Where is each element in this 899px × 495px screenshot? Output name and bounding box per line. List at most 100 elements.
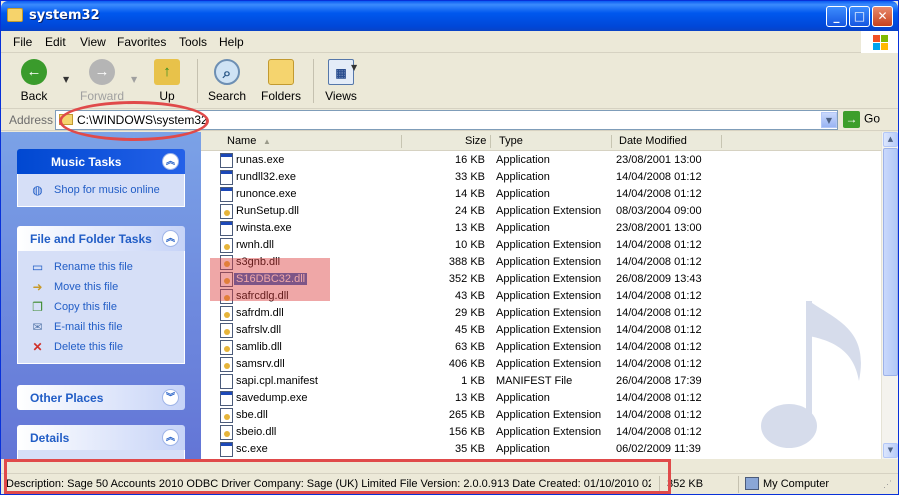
menu-file[interactable]: File [13,35,32,49]
column-separator[interactable] [721,135,722,148]
file-date: 14/04/2008 01:12 [616,188,702,200]
column-separator[interactable] [401,135,402,148]
file-name: rwnh.dll [236,239,274,251]
vertical-scrollbar[interactable]: ▲ ▼ [881,132,898,459]
file-size: 29 KB [455,307,485,319]
file-type: Application Extension [496,409,602,421]
back-label: Back [20,89,48,103]
file-icon [220,374,233,389]
minimize-button[interactable]: _ [826,6,847,27]
menu-tools[interactable]: Tools [179,35,207,49]
views-dropdown-icon[interactable]: ▼ [351,63,357,72]
file-folder-tasks-title: File and Folder Tasks [30,232,152,246]
move-file-link[interactable]: ➜ Move this file [28,277,174,297]
title-bar[interactable]: system32 _ □ ✕ [1,1,898,31]
file-type: Application [496,171,550,183]
close-button[interactable]: ✕ [872,6,893,27]
file-size: 10 KB [455,239,485,251]
file-date: 23/08/2001 13:00 [616,222,702,234]
file-type: Application Extension [496,290,602,302]
music-tasks-header[interactable]: Music Tasks ︽ [17,149,185,174]
other-places-header[interactable]: Other Places ︾ [17,385,185,410]
expand-chevron-icon[interactable]: ︾ [162,389,179,406]
delete-file-label: Delete this file [54,341,124,353]
collapse-chevron-icon[interactable]: ︽ [162,153,179,170]
move-icon: ➜ [32,280,43,294]
file-date: 14/04/2008 01:12 [616,239,702,251]
details-header[interactable]: Details ︽ [17,425,185,450]
menu-help[interactable]: Help [219,35,244,49]
copy-file-link[interactable]: ❐ Copy this file [28,297,174,317]
resize-grip-icon[interactable]: ⋰ [883,479,892,490]
menu-bar: File Edit View Favorites Tools Help [1,31,898,53]
go-button[interactable]: → Go [843,111,880,128]
exe-file-icon [220,391,233,406]
delete-file-link[interactable]: ✕ Delete this file [28,337,174,357]
dll-file-icon [220,204,233,219]
details-body [17,450,185,459]
column-separator[interactable] [611,135,612,148]
file-row[interactable]: rwnh.dll 10 KB Application Extension 14/04/… [201,237,881,254]
menu-view[interactable]: View [80,35,106,49]
file-date: 14/04/2008 01:12 [616,171,702,183]
column-size[interactable]: Size [465,135,486,147]
status-location: My Computer [763,478,830,490]
file-row[interactable]: runas.exe 16 KB Application 23/08/2001 13:0… [201,152,881,169]
file-size: 1 KB [461,375,485,387]
file-row[interactable]: runonce.exe 14 KB Application 14/04/2008 01… [201,186,881,203]
collapse-chevron-icon[interactable]: ︽ [162,429,179,446]
file-row[interactable]: rundll32.exe 33 KB Application 14/04/2008 0… [201,169,881,186]
back-arrow-icon: ← [21,59,47,85]
back-dropdown-icon[interactable]: ▼ [63,75,69,84]
rename-file-link[interactable]: ▭ Rename this file [28,257,174,277]
file-date: 14/04/2008 01:12 [616,409,702,421]
delete-icon: ✕ [32,340,43,354]
column-date-modified[interactable]: Date Modified [619,135,687,147]
file-type: Application Extension [496,307,602,319]
file-type: Application [496,222,550,234]
views-label: Views [325,89,357,103]
column-name[interactable]: Name [227,135,256,147]
file-size: 24 KB [455,205,485,217]
file-type: Application Extension [496,341,602,353]
shop-music-link[interactable]: ◍ Shop for music online [28,180,174,200]
status-separator [738,476,739,493]
menu-edit[interactable]: Edit [45,35,66,49]
file-type: Application [496,188,550,200]
scroll-up-icon[interactable]: ▲ [883,132,898,147]
rename-icon: ▭ [31,260,44,274]
menu-favorites[interactable]: Favorites [117,35,166,49]
file-date: 14/04/2008 01:12 [616,341,702,353]
file-folder-tasks-header[interactable]: File and Folder Tasks ︽ [17,226,185,251]
scroll-down-icon[interactable]: ▼ [883,443,898,458]
maximize-button[interactable]: □ [849,6,870,27]
file-row[interactable]: RunSetup.dll 24 KB Application Extension 08… [201,203,881,220]
file-date: 14/04/2008 01:12 [616,358,702,370]
exe-file-icon [220,221,233,236]
annotation-ellipse [59,101,209,141]
up-button[interactable]: ↑ Up [151,59,183,103]
file-name: RunSetup.dll [236,205,299,217]
file-row[interactable]: rwinsta.exe 13 KB Application 23/08/2001 13… [201,220,881,237]
forward-button[interactable]: → Forward [79,59,125,103]
search-button[interactable]: ⌕ Search [206,59,248,103]
file-size: 13 KB [455,392,485,404]
collapse-chevron-icon[interactable]: ︽ [162,230,179,247]
column-separator[interactable] [490,135,491,148]
file-date: 14/04/2008 01:12 [616,307,702,319]
email-file-link[interactable]: ✉ E-mail this file [28,317,174,337]
address-dropdown-icon[interactable]: ▼ [821,112,837,128]
move-file-label: Move this file [54,281,119,293]
forward-dropdown-icon[interactable]: ▼ [131,75,137,84]
folders-button[interactable]: Folders [259,59,303,103]
back-button[interactable]: ← Back [15,59,53,103]
scrollbar-thumb[interactable] [883,148,898,376]
folders-label: Folders [260,89,301,103]
selection-highlight [210,258,330,301]
file-date: 23/08/2001 13:00 [616,154,702,166]
computer-icon [745,477,759,490]
other-places-panel: Other Places ︾ [17,385,185,410]
file-size: 14 KB [455,188,485,200]
file-name: safrdm.dll [236,307,284,319]
column-type[interactable]: Type [499,135,523,147]
